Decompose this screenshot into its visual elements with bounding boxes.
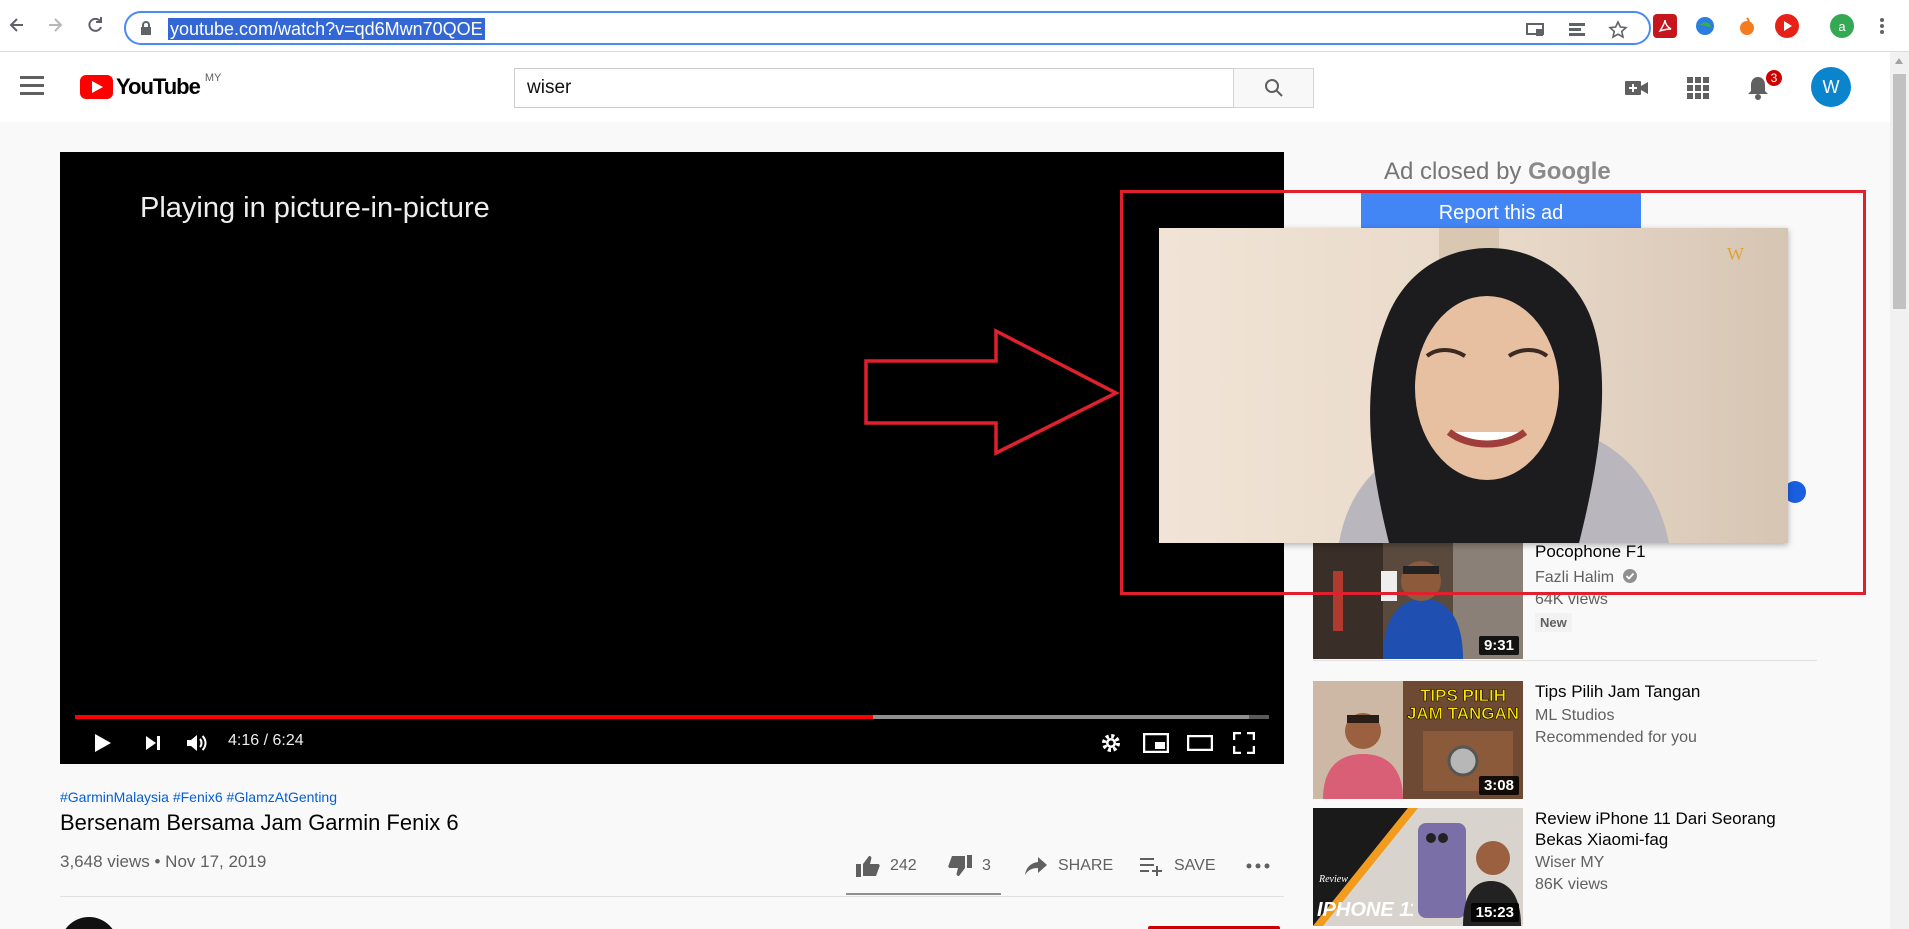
progress-played xyxy=(75,715,873,719)
share-label: SHARE xyxy=(1058,857,1114,874)
duration-badge: 9:31 xyxy=(1478,636,1519,655)
settings-gear-icon[interactable] xyxy=(1096,728,1126,758)
search-button[interactable] xyxy=(1233,68,1314,108)
thumbs-down-icon xyxy=(948,855,972,876)
save-label: SAVE xyxy=(1174,857,1216,874)
scroll-thumb[interactable] xyxy=(1893,74,1906,309)
screen: youtube.com/watch?v=qd6Mwn70QOE a YouTub… xyxy=(0,0,1909,929)
menu-dots-icon[interactable] xyxy=(1870,14,1894,38)
volume-icon[interactable] xyxy=(182,728,212,758)
more-actions-icon[interactable] xyxy=(1246,852,1270,880)
bookmark-star-icon[interactable] xyxy=(1607,19,1629,41)
address-bar[interactable]: youtube.com/watch?v=qd6Mwn70QOE xyxy=(124,11,1651,45)
dislike-button[interactable]: 3 xyxy=(948,852,991,880)
divider xyxy=(60,896,1284,897)
globe-extension-icon[interactable] xyxy=(1693,14,1717,38)
channel-name[interactable]: Wiser MY xyxy=(1535,854,1604,872)
recommendation-item[interactable]: Review IPHONE 11 15:23 Review iPhone 11 … xyxy=(1313,808,1813,926)
share-arrow-icon xyxy=(1025,857,1047,875)
search-input[interactable]: wiser xyxy=(514,68,1234,108)
share-button[interactable]: SHARE xyxy=(1024,852,1113,880)
video-thumbnail[interactable]: TIPS PILIH JAM TANGAN 3:08 xyxy=(1313,681,1523,799)
recommendation-item[interactable]: TIPS PILIH JAM TANGAN 3:08 Tips Pilih Jam… xyxy=(1313,681,1813,799)
rec-views: 86K views xyxy=(1535,876,1608,893)
youtube-extension-icon[interactable] xyxy=(1775,14,1799,38)
account-avatar[interactable]: W xyxy=(1811,67,1851,107)
thumbs-up-icon xyxy=(856,856,880,877)
like-button[interactable]: 242 xyxy=(856,852,917,880)
like-ratio-bar xyxy=(846,893,1001,895)
video-title: Bersenam Bersama Jam Garmin Fenix 6 xyxy=(60,810,459,835)
duration-badge: 3:08 xyxy=(1478,776,1519,795)
play-icon[interactable] xyxy=(88,728,118,758)
back-icon[interactable] xyxy=(2,10,32,40)
youtube-logo[interactable]: YouTube MY xyxy=(80,72,222,100)
rec-title[interactable]: Tips Pilih Jam Tangan xyxy=(1535,681,1805,702)
svg-text:Review: Review xyxy=(1318,874,1348,885)
google-wordmark: Google xyxy=(1528,158,1611,185)
annotation-arrow-icon xyxy=(864,328,1120,456)
pip-message: Playing in picture-in-picture xyxy=(140,192,490,224)
lock-icon xyxy=(140,21,152,40)
ad-closed-text: Ad closed by xyxy=(1384,158,1522,185)
forward-icon[interactable] xyxy=(40,10,70,40)
section-divider xyxy=(1313,660,1817,661)
save-button[interactable]: SAVE xyxy=(1140,852,1216,880)
miniplayer-icon[interactable] xyxy=(1140,728,1172,758)
cast-icon[interactable] xyxy=(1524,19,1546,41)
fullscreen-icon[interactable] xyxy=(1228,728,1260,758)
like-count: 242 xyxy=(890,857,917,874)
time-display: 4:16 / 6:24 xyxy=(228,732,304,749)
rec-reason: Recommended for you xyxy=(1535,729,1697,746)
hashtags[interactable]: #GarminMalaysia #Fenix6 #GlamzAtGenting xyxy=(60,789,337,805)
hamburger-menu-icon[interactable] xyxy=(20,76,46,96)
views-date: 3,648 views • Nov 17, 2019 xyxy=(60,852,267,871)
next-icon[interactable] xyxy=(138,728,168,758)
progress-bar[interactable] xyxy=(75,715,1269,719)
duration-badge: 15:23 xyxy=(1470,903,1519,922)
reader-mode-icon[interactable] xyxy=(1566,19,1588,41)
dislike-count: 3 xyxy=(982,857,991,874)
search-query: wiser xyxy=(527,77,572,98)
channel-name[interactable]: ML Studios xyxy=(1535,707,1614,725)
theater-mode-icon[interactable] xyxy=(1184,728,1216,758)
rec-title[interactable]: Review iPhone 11 Dari Seorang Bekas Xiao… xyxy=(1535,808,1805,850)
youtube-play-icon xyxy=(80,75,113,99)
pdf-extension-icon[interactable] xyxy=(1653,14,1677,38)
profile-avatar[interactable]: a xyxy=(1830,14,1854,38)
region-code: MY xyxy=(204,72,222,84)
notification-badge: 3 xyxy=(1764,68,1784,88)
flame-extension-icon[interactable] xyxy=(1735,14,1759,38)
create-video-icon[interactable] xyxy=(1623,74,1651,102)
browser-toolbar: youtube.com/watch?v=qd6Mwn70QOE a xyxy=(0,0,1909,52)
svg-text:TIPS PILIHJAM TANGAN: TIPS PILIH JAM TANGAN xyxy=(1407,686,1519,723)
ad-closed-notice: Ad closed by Google xyxy=(1384,158,1611,186)
search-icon xyxy=(1264,79,1283,97)
svg-text:IPHONE 11: IPHONE 11 xyxy=(1317,899,1413,921)
channel-avatar[interactable] xyxy=(60,917,118,929)
apps-grid-icon[interactable] xyxy=(1684,74,1712,102)
page-scrollbar[interactable] xyxy=(1890,52,1909,929)
url-text[interactable]: youtube.com/watch?v=qd6Mwn70QOE xyxy=(168,18,485,40)
thumb-caption: Review IPHONE 11 xyxy=(1317,874,1413,921)
scroll-up-icon[interactable] xyxy=(1895,58,1903,64)
playlist-add-icon xyxy=(1140,858,1162,876)
thumb-caption: TIPS PILIH JAM TANGAN xyxy=(1407,686,1520,724)
annotation-highlight-box xyxy=(1120,190,1866,595)
new-badge: New xyxy=(1535,613,1572,632)
reload-icon[interactable] xyxy=(80,10,110,40)
youtube-header: YouTube MY wiser 3 W xyxy=(0,52,1890,122)
logo-text: YouTube xyxy=(116,74,201,99)
video-player[interactable]: Playing in picture-in-picture 4:16 / 6:2… xyxy=(60,152,1284,764)
video-thumbnail[interactable]: Review IPHONE 11 15:23 xyxy=(1313,808,1523,926)
